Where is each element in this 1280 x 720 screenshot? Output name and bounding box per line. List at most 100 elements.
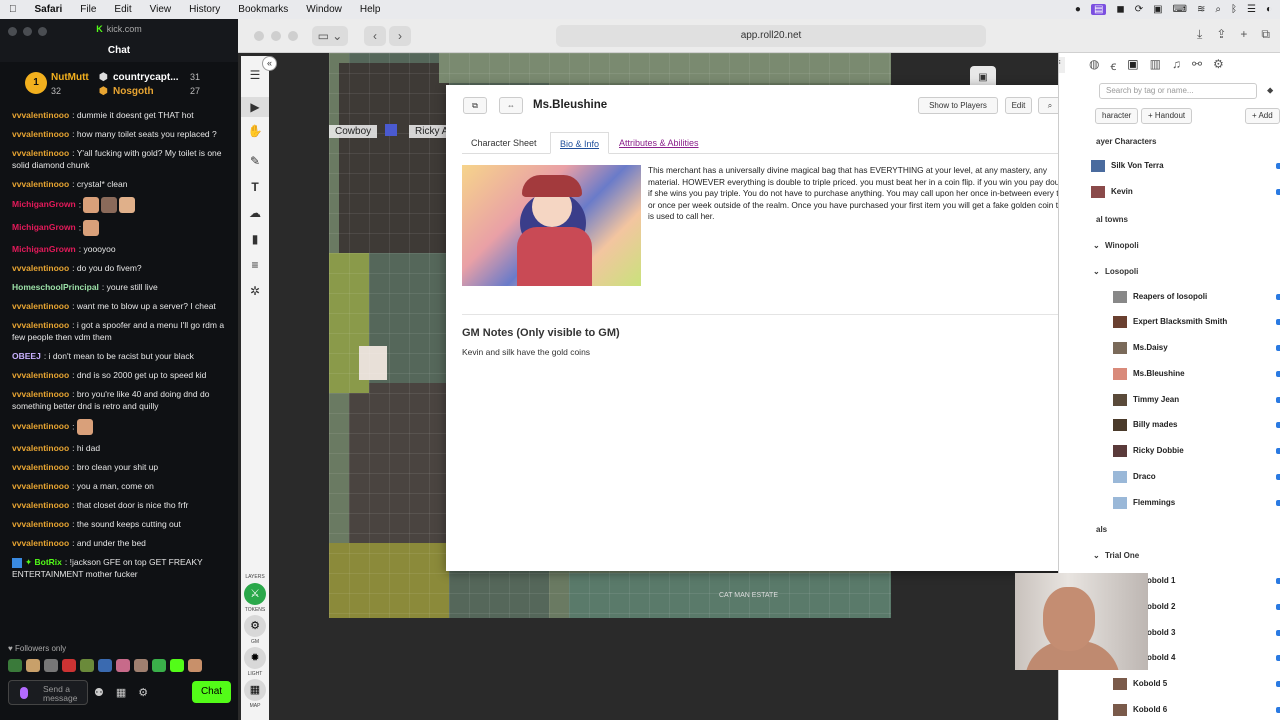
chat-username[interactable]: vvvalentinooo [12,148,69,158]
chat-username[interactable]: vvvalentinooo [12,389,69,399]
popout-icon[interactable]: ⧉ [463,97,487,114]
journal-entry[interactable]: Ms.Bleushine [1133,369,1185,378]
sync-icon[interactable]: ⟳ [1135,4,1143,15]
journal-entry[interactable]: Ricky Dobbie [1133,446,1184,455]
address-bar[interactable]: app.roll20.net [556,25,986,47]
leader-name[interactable]: Nosgoth [113,86,154,97]
menu-file[interactable]: File [71,4,105,15]
journal-entry[interactable]: obold 2 [1147,602,1175,611]
edit-button[interactable]: Edit [1005,97,1032,114]
folder-chevron-icon[interactable]: ⌄ [1093,267,1100,276]
journal-entry[interactable]: Silk Von Terra [1111,161,1164,170]
keyboard-icon[interactable]: ⌨ [1173,4,1187,15]
emote-bar[interactable] [8,659,202,672]
tokens-layer-icon[interactable]: ⚔ [244,583,266,605]
menu-view[interactable]: View [141,4,181,15]
chat-username[interactable]: vvvalentinooo [12,421,69,431]
tab-bio-info[interactable]: Bio & Info [550,132,610,154]
pan-hand-icon[interactable]: ✋ [241,124,269,138]
journal-entry[interactable]: Flemmings [1133,498,1175,507]
journal-folder[interactable]: Trial One [1105,551,1139,560]
wifi-icon[interactable]: ≋ [1197,4,1205,15]
mic-icon[interactable] [20,687,28,699]
tab-attributes-abilities[interactable]: Attributes & Abilities [610,132,708,154]
link-icon[interactable]: ⇔ [499,97,523,114]
journal-entry[interactable]: Kobold 5 [1133,679,1167,688]
control-center-icon[interactable]: ☰ [1247,4,1256,15]
tab-overview-icon[interactable]: ⧉ [1261,27,1270,42]
journal-entry[interactable]: Kevin [1111,187,1133,196]
journal-entry[interactable]: obold 1 [1147,576,1175,585]
new-tab-icon[interactable]: + [1240,27,1247,42]
journal-folder[interactable]: al towns [1096,215,1128,224]
chat-username[interactable]: vvvalentinooo [12,110,69,120]
display-icon[interactable]: ▣ [1153,4,1162,15]
chat-username[interactable]: HomeschoolPrincipal [12,282,99,292]
chat-username[interactable]: vvvalentinooo [12,443,69,453]
chat-username[interactable]: vvvalentinooo [12,129,69,139]
apple-menu-icon[interactable]:  [0,4,26,15]
journal-folder[interactable]: ayer Characters [1096,137,1156,146]
chat-username[interactable]: MichiganGrown [12,244,76,254]
tag-icon[interactable]: ⬥ [1267,85,1273,96]
menu-edit[interactable]: Edit [105,4,140,15]
chat-username[interactable]: BotRix [34,557,61,567]
chat-username[interactable]: vvvalentinooo [12,263,69,273]
send-message-input[interactable]: Send a message [8,680,88,705]
add-character-button[interactable]: haracter [1095,108,1139,124]
siri-icon[interactable]: ◐ [1266,4,1272,15]
fog-cloud-icon[interactable]: ☁ [241,206,269,220]
ruler-icon[interactable]: ▮ [241,232,269,246]
menu-bookmarks[interactable]: Bookmarks [229,4,297,15]
folder-chevron-icon[interactable]: ⌄ [1093,241,1100,250]
chat-username[interactable]: vvvalentinooo [12,370,69,380]
journal-folder[interactable]: Losopoli [1105,267,1138,276]
chat-username[interactable]: vvvalentinooo [12,481,69,491]
people-icon[interactable]: ⚉ [94,686,104,699]
chat-username[interactable]: vvvalentinooo [12,320,69,330]
app-status-icon[interactable]: ◼ [1116,4,1124,15]
status-dot-icon[interactable]: ● [1075,4,1081,15]
chat-username[interactable]: vvvalentinooo [12,500,69,510]
chat-username[interactable]: OBEEJ [12,351,41,361]
screen-record-icon[interactable]: ▤ [1090,4,1107,15]
dice-icon[interactable]: ✲ [241,284,269,298]
journal-folder[interactable]: als [1096,525,1107,534]
settings-tab-icon[interactable]: ⚙ [1213,57,1224,74]
text-tool-icon[interactable]: T [241,180,269,194]
leader-name[interactable]: NutMutt [51,72,89,83]
select-tool-icon[interactable]: ▶ [241,97,269,117]
compendium-tab-icon[interactable]: ꞓ [1110,57,1116,74]
show-to-players-button[interactable]: Show to Players [918,97,998,114]
forward-arrow-icon[interactable]: › [389,26,411,46]
turn-order-icon[interactable]: ≡ [241,258,269,272]
menu-window[interactable]: Window [297,4,351,15]
journal-entry[interactable]: Expert Blacksmith Smith [1133,317,1227,326]
chat-username[interactable]: MichiganGrown [12,199,76,209]
art-library-tab-icon[interactable]: ▥ [1150,57,1161,74]
add-handout-button[interactable]: + Handout [1141,108,1193,124]
jukebox-tab-icon[interactable]: ♫ [1172,57,1181,74]
app-menu-safari[interactable]: Safari [26,4,72,15]
journal-entry[interactable]: obold 3 [1147,628,1175,637]
settings-gear-icon[interactable]: ⚙ [138,686,148,699]
folder-chevron-icon[interactable]: ⌄ [1093,551,1100,560]
add-folder-button[interactable]: + Add [1245,108,1280,124]
chat-tab-icon[interactable]: ◍ [1089,57,1099,74]
gift-icon[interactable]: ▦ [116,686,126,699]
journal-entry[interactable]: Kobold 6 [1133,705,1167,714]
journal-folder[interactable]: Winopoli [1105,241,1139,250]
collapse-toolbar-icon[interactable]: « [262,56,277,71]
journal-entry[interactable]: Draco [1133,472,1156,481]
chat-username[interactable]: vvvalentinooo [12,519,69,529]
chat-username[interactable]: vvvalentinooo [12,179,69,189]
journal-entry[interactable]: Ms.Daisy [1133,343,1168,352]
chat-username[interactable]: vvvalentinooo [12,538,69,548]
journal-entry[interactable]: Timmy Jean [1133,395,1179,404]
map-layer-icon[interactable]: ▦ [244,679,266,701]
sidebar-tab-icon[interactable]: ≡ [1059,57,1065,73]
safari-window-controls[interactable] [254,31,298,41]
collections-tab-icon[interactable]: ⚯ [1192,57,1202,74]
journal-entry[interactable]: Billy mades [1133,420,1177,429]
journal-tab-icon[interactable]: ▣ [1127,57,1138,74]
